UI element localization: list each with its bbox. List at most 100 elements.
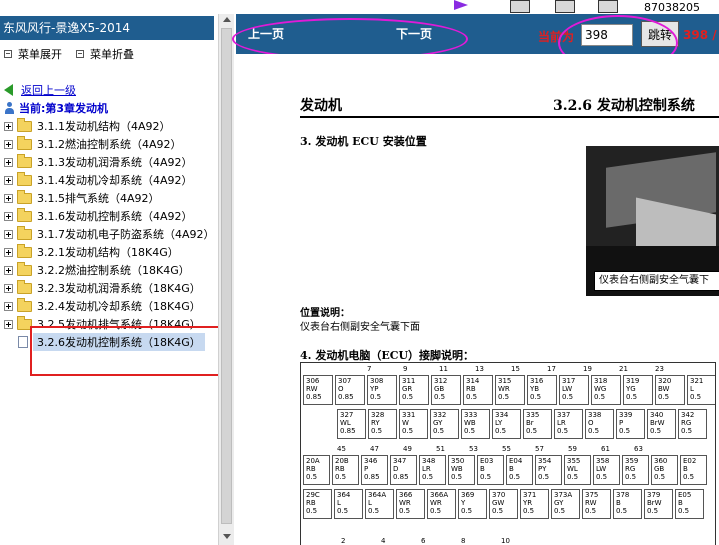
pin-cell: 340 BrW 0.5 xyxy=(647,409,676,439)
pin-label: 366A WR 0.5 xyxy=(430,491,449,515)
tree-item[interactable]: 3.1.7发动机电子防盗系统（4A92） xyxy=(4,225,215,242)
tree-item[interactable]: 3.2.3发动机润滑系统（18K4G） xyxy=(4,279,201,296)
pin-column-number: 21 xyxy=(619,365,628,373)
pin-label: 373A GY 0.5 xyxy=(554,491,573,515)
sidebar-scrollbar[interactable] xyxy=(218,14,234,545)
pin-label: 333 WB 0.5 xyxy=(464,411,478,435)
pin-cell: 366 WR 0.5 xyxy=(396,489,425,519)
tree-item-label: 3.2.4发动机冷却系统（18K4G） xyxy=(37,300,201,313)
expand-node-icon[interactable] xyxy=(4,229,13,239)
content-area: 上一页 下一页 当前为 跳转 398 / 4 发动机 3.2.6 发动机控制系统… xyxy=(232,14,719,545)
page-icon xyxy=(18,336,28,348)
tree-item-label: 3.1.3发动机润滑系统（4A92） xyxy=(37,156,193,169)
pin-column-number: 9 xyxy=(403,365,408,373)
pin-cell: 316 YB 0.5 xyxy=(527,375,557,405)
expand-node-icon[interactable] xyxy=(4,157,13,167)
pin-label: 375 RW 0.5 xyxy=(585,491,599,515)
pin-label: 332 GY 0.5 xyxy=(433,411,447,435)
pin-label: 315 WR 0.5 xyxy=(498,377,512,401)
pin-cell: 312 GB 0.5 xyxy=(431,375,461,405)
page-navbar: 上一页 下一页 当前为 跳转 398 / 4 xyxy=(236,14,719,54)
pin-cell: 20B RB 0.5 xyxy=(332,455,359,485)
expand-node-icon[interactable] xyxy=(4,175,13,185)
tree-item[interactable]: 3.1.3发动机润滑系统（4A92） xyxy=(4,153,193,170)
tree-item[interactable]: 3.1.1发动机结构（4A92） xyxy=(4,117,171,134)
pin-cell: 370 GW 0.5 xyxy=(489,489,518,519)
pin-label: 369 Y 0.5 xyxy=(461,491,475,515)
next-page-link[interactable]: 下一页 xyxy=(396,25,432,42)
first-page-button[interactable] xyxy=(510,0,530,13)
expand-node-icon[interactable] xyxy=(4,193,13,203)
pin-cell: 355 WL 0.5 xyxy=(564,455,591,485)
page-number-input[interactable] xyxy=(581,24,633,46)
pin-cell: 350 WB 0.5 xyxy=(448,455,475,485)
pin-label: 348 LR 0.5 xyxy=(422,457,436,481)
tree-item[interactable]: 3.1.4发动机冷却系统（4A92） xyxy=(4,171,193,188)
pin-column-number: 45 xyxy=(337,445,346,453)
scroll-down-icon[interactable] xyxy=(223,534,231,539)
pin-label: E02 B 0.5 xyxy=(683,457,697,481)
pin-cell: E03 B 0.5 xyxy=(477,455,504,485)
pin-cell: 314 RB 0.5 xyxy=(463,375,493,405)
folder-icon xyxy=(17,189,32,204)
prev-page-link[interactable]: 上一页 xyxy=(248,25,284,42)
pin-label: 337 LR 0.5 xyxy=(557,411,571,435)
tree-item[interactable]: 3.2.1发动机结构（18K4G） xyxy=(4,243,179,260)
tree-item-label: 3.2.3发动机润滑系统（18K4G） xyxy=(37,282,201,295)
pin-column-number: 59 xyxy=(568,445,577,453)
pin-cell: 339 P 0.5 xyxy=(616,409,645,439)
pin-cell: 366A WR 0.5 xyxy=(427,489,456,519)
menu-expand-label: 菜单展开 xyxy=(18,48,62,61)
pin-cell: 320 BW 0.5 xyxy=(655,375,685,405)
pin-column-number: 57 xyxy=(535,445,544,453)
folder-icon xyxy=(17,117,32,132)
expand-node-icon[interactable] xyxy=(4,139,13,149)
pin-cell: 337 LR 0.5 xyxy=(554,409,583,439)
expand-node-icon[interactable] xyxy=(4,211,13,221)
pin-cell: 332 GY 0.5 xyxy=(430,409,459,439)
prev-page-mini-button[interactable] xyxy=(555,0,575,13)
pin-label: 379 BrW 0.5 xyxy=(647,491,662,515)
jump-button[interactable]: 跳转 xyxy=(641,21,679,47)
tree-item[interactable]: 3.2.2燃油控制系统（18K4G） xyxy=(4,261,190,278)
scrollbar-thumb[interactable] xyxy=(221,28,232,524)
expand-node-icon[interactable] xyxy=(4,121,13,131)
pin-column-number: 49 xyxy=(403,445,412,453)
pin-label: 321 L 0.5 xyxy=(690,377,704,401)
pin-label: 314 RB 0.5 xyxy=(466,377,480,401)
pin-label: 370 GW 0.5 xyxy=(492,491,506,515)
pin-cell: 379 BrW 0.5 xyxy=(644,489,673,519)
next-page-mini-button[interactable] xyxy=(598,0,618,13)
tree-item[interactable]: 3.1.6发动机控制系统（4A92） xyxy=(4,207,193,224)
expand-node-icon[interactable] xyxy=(4,283,13,293)
pin-cell: 317 LW 0.5 xyxy=(559,375,589,405)
back-link[interactable]: 返回上一级 xyxy=(4,82,76,98)
expand-node-icon[interactable] xyxy=(4,319,13,329)
tree-item[interactable]: 3.1.5排气系统（4A92） xyxy=(4,189,160,206)
pin-label: 340 BrW 0.5 xyxy=(650,411,665,435)
pin-label: 319 YG 0.5 xyxy=(626,377,640,401)
doc-section-title: 发动机 xyxy=(300,98,342,114)
expand-node-icon[interactable] xyxy=(4,247,13,257)
menu-expand-button[interactable]: 菜单展开 xyxy=(4,46,62,62)
page-count-text: 398 / 4 xyxy=(683,28,719,42)
folder-icon xyxy=(17,153,32,168)
pin-column-number: 61 xyxy=(601,445,610,453)
pin-label: 350 WB 0.5 xyxy=(451,457,465,481)
tree-item[interactable]: 3.2.5发动机排气系统（18K4G） xyxy=(4,315,201,332)
tree-item-label: 3.1.1发动机结构（4A92） xyxy=(37,120,171,133)
tree-item-selected[interactable]: 3.2.6发动机控制系统（18K4G） xyxy=(18,333,205,351)
tree-item[interactable]: 3.1.2燃油控制系统（4A92） xyxy=(4,135,182,152)
expand-node-icon[interactable] xyxy=(4,301,13,311)
pin-label: 358 LW 0.5 xyxy=(596,457,610,481)
scroll-up-icon[interactable] xyxy=(223,17,231,22)
pin-label: 316 YB 0.5 xyxy=(530,377,544,401)
tree-item-label: 3.1.5排气系统（4A92） xyxy=(37,192,160,205)
pin-label: 20B RB 0.5 xyxy=(335,457,349,481)
menu-collapse-button[interactable]: 菜单折叠 xyxy=(76,46,134,62)
tree-item[interactable]: 3.2.4发动机冷却系统（18K4G） xyxy=(4,297,201,314)
pin-column-number: 7 xyxy=(367,365,372,373)
expand-node-icon[interactable] xyxy=(4,265,13,275)
pin-label: 347 D 0.85 xyxy=(393,457,409,481)
pin-label: 364A L 0.5 xyxy=(368,491,387,515)
